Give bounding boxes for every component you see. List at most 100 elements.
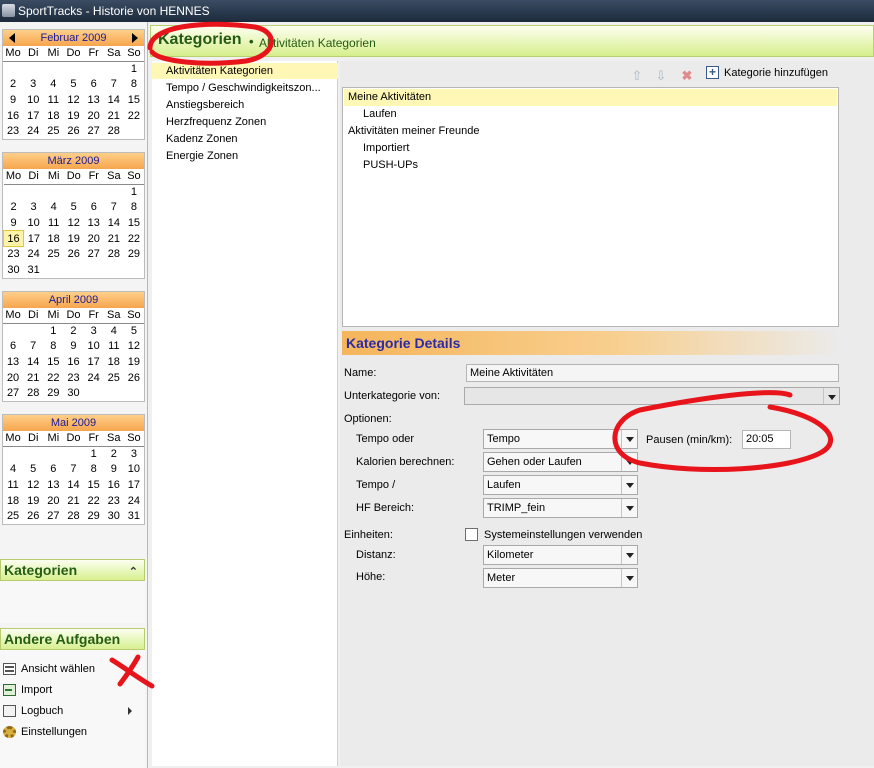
- calendar-day[interactable]: 17: [124, 477, 144, 493]
- calendar-day[interactable]: 15: [124, 92, 144, 108]
- calendar-day[interactable]: 7: [23, 339, 43, 355]
- calendar-day[interactable]: 14: [104, 215, 124, 231]
- calendar-day[interactable]: 15: [43, 354, 63, 370]
- calendar-day[interactable]: 27: [84, 246, 104, 262]
- calendar-day[interactable]: 27: [43, 508, 63, 524]
- add-category-button[interactable]: + Kategorie hinzufügen: [706, 64, 828, 82]
- calendar-day[interactable]: 6: [84, 77, 104, 93]
- calendar-day[interactable]: 7: [63, 462, 83, 478]
- category-tree-node[interactable]: Laufen: [344, 106, 837, 123]
- calendar-day[interactable]: 14: [63, 477, 83, 493]
- collapse-icon[interactable]: ⌃: [129, 562, 138, 582]
- calendar-day[interactable]: 20: [43, 493, 63, 509]
- category-type-item[interactable]: Aktivitäten Kategorien: [152, 63, 338, 79]
- calendar-day[interactable]: 13: [84, 92, 104, 108]
- calendar-day[interactable]: 19: [64, 231, 84, 247]
- calendar-day[interactable]: 12: [63, 92, 83, 108]
- dropdown-arrow-icon[interactable]: [621, 430, 637, 448]
- dropdown-arrow-icon[interactable]: [621, 499, 637, 517]
- calendar-day[interactable]: 16: [3, 108, 23, 124]
- calendar-day[interactable]: 11: [44, 215, 64, 231]
- calendar-day[interactable]: 31: [124, 508, 144, 524]
- calendar-day[interactable]: 4: [104, 323, 124, 339]
- categories-panel-header[interactable]: Kategorien ⌃: [0, 559, 145, 581]
- calendar-day[interactable]: 26: [63, 123, 83, 139]
- calendar-day[interactable]: 27: [3, 385, 23, 401]
- calendar-day[interactable]: 18: [43, 108, 63, 124]
- calendar-day[interactable]: 2: [3, 77, 23, 93]
- calendar-day[interactable]: 18: [3, 493, 23, 509]
- calendar-day[interactable]: 26: [23, 508, 43, 524]
- dropdown-arrow-icon[interactable]: [621, 476, 637, 494]
- calendar-day[interactable]: 19: [63, 108, 83, 124]
- calendar-day[interactable]: 1: [43, 323, 63, 339]
- calendar-day[interactable]: 6: [43, 462, 63, 478]
- category-type-item[interactable]: Tempo / Geschwindigkeitszon...: [152, 80, 338, 96]
- task-view-select[interactable]: Ansicht wählen: [3, 660, 95, 678]
- calendar-day[interactable]: 23: [4, 246, 24, 262]
- calendar-day[interactable]: 17: [24, 231, 44, 247]
- calendar-day[interactable]: 4: [44, 200, 64, 216]
- calendar-day[interactable]: 10: [23, 92, 43, 108]
- calendar-day[interactable]: 6: [3, 339, 23, 355]
- calories-select[interactable]: Gehen oder Laufen: [483, 452, 638, 472]
- calendar-day[interactable]: 10: [24, 215, 44, 231]
- category-type-item[interactable]: Herzfrequenz Zonen: [152, 114, 338, 130]
- calendar-day[interactable]: 17: [23, 108, 43, 124]
- calendar-day[interactable]: 28: [104, 246, 124, 262]
- calendar-day[interactable]: 22: [84, 493, 104, 509]
- category-type-item[interactable]: Energie Zonen: [152, 148, 338, 164]
- calendar-day[interactable]: 26: [64, 246, 84, 262]
- category-tree-node[interactable]: Meine Aktivitäten: [344, 89, 837, 106]
- dropdown-arrow-icon[interactable]: [621, 453, 637, 471]
- calendar-day[interactable]: 7: [104, 200, 124, 216]
- calendar-day[interactable]: 25: [43, 123, 63, 139]
- calendar-day[interactable]: 14: [23, 354, 43, 370]
- dropdown-arrow-icon[interactable]: [621, 546, 637, 564]
- calendar-day[interactable]: 14: [104, 92, 124, 108]
- delete-icon[interactable]: ✖: [680, 69, 694, 83]
- calendar-day[interactable]: 5: [124, 323, 144, 339]
- calendar-day[interactable]: 16: [104, 477, 124, 493]
- calendar-day[interactable]: 24: [23, 123, 43, 139]
- calendar-day[interactable]: 11: [3, 477, 23, 493]
- calendar-day[interactable]: 1: [124, 184, 144, 200]
- calendar-day[interactable]: 10: [124, 462, 144, 478]
- calendar-day[interactable]: 11: [43, 92, 63, 108]
- category-tree-node[interactable]: Importiert: [344, 140, 837, 157]
- calendar-day[interactable]: 9: [3, 92, 23, 108]
- calendar-day[interactable]: 17: [84, 354, 104, 370]
- calendar-day[interactable]: 9: [63, 339, 83, 355]
- calendar-day[interactable]: 2: [104, 446, 124, 462]
- calendar-day[interactable]: 4: [3, 462, 23, 478]
- calendar-day[interactable]: 20: [84, 108, 104, 124]
- calendar-day[interactable]: 3: [124, 446, 144, 462]
- calendar-day[interactable]: 7: [104, 77, 124, 93]
- tempo-select[interactable]: Tempo: [483, 429, 638, 449]
- calendar-day[interactable]: 12: [23, 477, 43, 493]
- calendar-day[interactable]: 25: [104, 370, 124, 386]
- calendar-day[interactable]: 19: [124, 354, 144, 370]
- parent-category-select[interactable]: [464, 387, 840, 405]
- calendar-day[interactable]: 15: [84, 477, 104, 493]
- calendar-day[interactable]: 19: [23, 493, 43, 509]
- category-type-item[interactable]: Anstiegsbereich: [152, 97, 338, 113]
- calendar-day[interactable]: 3: [24, 200, 44, 216]
- move-up-icon[interactable]: ⇧: [630, 69, 644, 83]
- calendar-day[interactable]: 21: [23, 370, 43, 386]
- calendar-day[interactable]: 5: [23, 462, 43, 478]
- calendar-day[interactable]: 2: [4, 200, 24, 216]
- calendar-day[interactable]: 26: [124, 370, 144, 386]
- calendar-day[interactable]: 30: [4, 262, 24, 278]
- name-field[interactable]: Meine Aktivitäten: [466, 364, 839, 382]
- calendar-day[interactable]: 16: [2, 230, 25, 247]
- category-type-item[interactable]: Kadenz Zonen: [152, 131, 338, 147]
- calendar-day[interactable]: 1: [124, 61, 144, 77]
- task-settings[interactable]: Einstellungen: [3, 723, 87, 741]
- calendar-day[interactable]: 27: [84, 123, 104, 139]
- calendar-day[interactable]: 5: [63, 77, 83, 93]
- task-import[interactable]: Import: [3, 681, 52, 699]
- category-tree-node[interactable]: PUSH-UPs: [344, 157, 837, 174]
- hf-select[interactable]: TRIMP_fein: [483, 498, 638, 518]
- calendar-day[interactable]: 20: [3, 370, 23, 386]
